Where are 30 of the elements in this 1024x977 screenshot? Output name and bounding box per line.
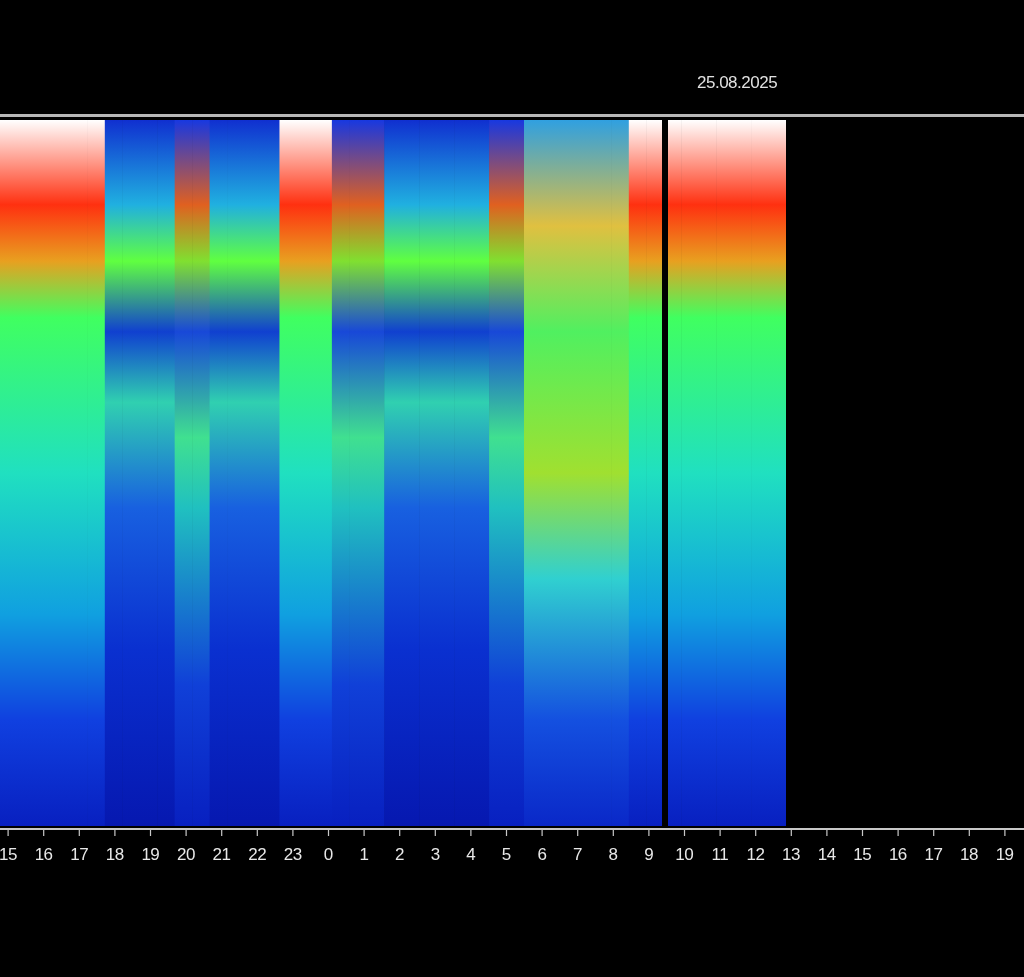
- hour-label: 14: [817, 845, 836, 865]
- chart-date: 25.08.2025: [697, 73, 778, 93]
- hour-label: 15: [0, 845, 17, 865]
- hour-label: 3: [430, 845, 440, 865]
- hour-label: 16: [888, 845, 907, 865]
- hour-label: 8: [608, 845, 618, 865]
- hour-label: 5: [501, 845, 511, 865]
- hour-label: 22: [248, 845, 267, 865]
- hour-label: 2: [395, 845, 404, 865]
- hour-label: 11: [711, 845, 729, 865]
- hour-label: 19: [995, 845, 1014, 865]
- hour-label: 18: [105, 845, 124, 865]
- hour-label: 19: [141, 845, 160, 865]
- hour-label: 6: [537, 845, 547, 865]
- hour-label: 16: [34, 845, 53, 865]
- hour-label: 21: [212, 845, 231, 865]
- hour-label: 20: [177, 845, 195, 865]
- hour-label: 7: [573, 845, 582, 865]
- hour-label: 13: [782, 845, 800, 865]
- hour-label: 4: [466, 845, 476, 865]
- hour-label: 1: [359, 845, 369, 865]
- hour-label: 18: [960, 845, 978, 865]
- hour-label: 23: [283, 845, 302, 865]
- hour-label: 17: [70, 845, 89, 865]
- hour-label: 17: [924, 845, 943, 865]
- hour-label: 9: [644, 845, 654, 865]
- hour-label: 15: [853, 845, 872, 865]
- hour-label: 12: [746, 845, 765, 865]
- hour-label: 0: [323, 845, 333, 865]
- hour-label: 10: [675, 845, 694, 865]
